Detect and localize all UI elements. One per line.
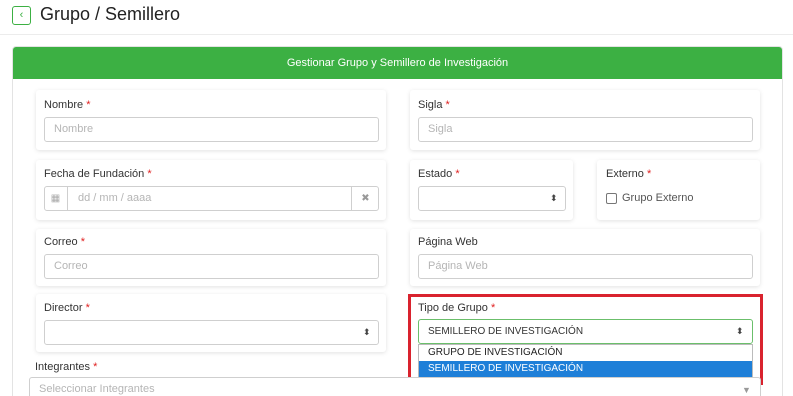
director-select[interactable]	[44, 320, 379, 345]
fecha-input[interactable]: dd / mm / aaaa	[44, 186, 379, 211]
fecha-label: Fecha de Fundación *	[44, 168, 152, 180]
director-caret-icon: ⬍	[363, 327, 371, 337]
grupo-externo-checkbox[interactable]	[606, 193, 617, 204]
sigla-label: Sigla *	[418, 99, 450, 111]
director-label: Director *	[44, 302, 90, 314]
panel-header: Gestionar Grupo y Semillero de Investiga…	[13, 47, 782, 79]
nombre-label: Nombre *	[44, 99, 91, 111]
tipo-grupo-select[interactable]: SEMILLERO DE INVESTIGACIÓN	[418, 319, 753, 344]
pagina-web-input[interactable]: Página Web	[418, 254, 753, 279]
option-grupo-investigacion[interactable]: GRUPO DE INVESTIGACIÓN	[419, 345, 752, 361]
estado-label: Estado *	[418, 168, 460, 180]
integrantes-select[interactable]: Seleccionar Integrantes	[29, 377, 761, 396]
calendar-icon[interactable]: ▦	[44, 186, 68, 211]
divider	[0, 34, 793, 35]
nombre-input[interactable]: Nombre	[44, 117, 379, 142]
page-title: Grupo / Semillero	[40, 4, 181, 24]
estado-caret-icon: ⬍	[550, 193, 558, 203]
chevron-left-icon: ‹	[19, 9, 24, 21]
grupo-externo-label[interactable]: Grupo Externo	[622, 192, 694, 204]
tipo-grupo-label: Tipo de Grupo *	[418, 302, 496, 314]
sigla-input[interactable]: Sigla	[418, 117, 753, 142]
integrantes-caret-icon: ▼	[742, 385, 751, 395]
top-bar: ‹ Grupo / Semillero	[0, 0, 793, 36]
option-semillero-investigacion[interactable]: SEMILLERO DE INVESTIGACIÓN	[419, 361, 752, 377]
correo-input[interactable]: Correo	[44, 254, 379, 279]
back-button[interactable]: ‹	[12, 6, 31, 25]
externo-label: Externo *	[606, 168, 652, 180]
tipo-grupo-caret-icon: ⬍	[736, 326, 744, 336]
integrantes-label: Integrantes *	[35, 361, 98, 373]
correo-label: Correo *	[44, 236, 85, 248]
pagina-web-label: Página Web	[418, 236, 478, 248]
tipo-grupo-dropdown: GRUPO DE INVESTIGACIÓN SEMILLERO DE INVE…	[418, 344, 753, 377]
estado-select[interactable]	[418, 186, 566, 211]
clear-icon[interactable]: ✖	[351, 186, 379, 211]
